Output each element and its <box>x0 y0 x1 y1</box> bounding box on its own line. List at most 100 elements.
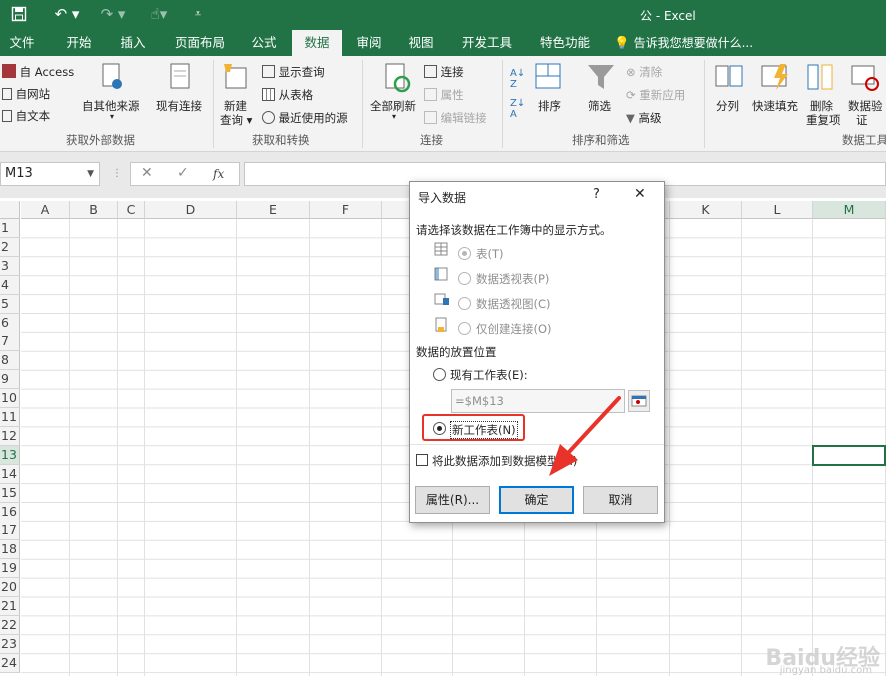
radio-connection-only[interactable] <box>458 322 471 335</box>
tab-insert[interactable]: 插入 <box>108 30 158 56</box>
clear-filter-button[interactable]: ⊗ 清除 <box>626 64 662 80</box>
properties-button[interactable]: 属性 <box>424 87 464 103</box>
touch-mode-icon[interactable]: ☝▾ <box>142 4 176 24</box>
from-web-button[interactable]: 自网站 <box>2 86 50 102</box>
tab-special[interactable]: 特色功能 <box>530 30 600 56</box>
range-input[interactable]: =$M$13 <box>451 389 625 413</box>
tab-formulas[interactable]: 公式 <box>240 30 288 56</box>
from-text-button[interactable]: 自文本 <box>2 108 50 124</box>
connections-icon <box>424 65 437 78</box>
ok-button[interactable]: 确定 <box>499 486 574 514</box>
undo-icon[interactable]: ↶ ▾ <box>50 4 84 24</box>
reapply-icon: ⟳ <box>626 88 636 102</box>
save-icon[interactable] <box>6 4 32 24</box>
show-query-button[interactable]: 显示查询 <box>262 64 325 80</box>
group-label-external: 获取外部数据 <box>66 133 135 147</box>
customize-qat-icon[interactable]: ⩡ <box>188 4 208 24</box>
radio-pivot-table[interactable] <box>458 272 471 285</box>
group-label-data-tools: 数据工具 <box>842 133 886 147</box>
selected-cell-m13[interactable] <box>812 445 886 466</box>
ribbon: 自 Access 自网站 自文本 自其他来源 ▾ 现有连接 获取外部数据 新建 … <box>0 56 886 152</box>
option-table-label: 表(T) <box>476 247 504 261</box>
option-connection-only-label: 仅创建连接(O) <box>476 322 552 336</box>
close-button[interactable]: ✕ <box>634 186 646 202</box>
option-pivot-chart-label: 数据透视图(C) <box>476 297 551 311</box>
reapply-button[interactable]: ⟳ 重新应用 <box>626 87 685 103</box>
redo-icon[interactable]: ↷ ▾ <box>96 4 130 24</box>
radio-table[interactable] <box>458 247 471 260</box>
ribbon-tabs: 文件 开始 插入 页面布局 公式 数据 审阅 视图 开发工具 特色功能 💡 告诉… <box>0 30 886 56</box>
option-pivot-table-label: 数据透视表(P) <box>476 272 550 286</box>
flash-fill-icon <box>761 64 788 90</box>
tell-me-box[interactable]: 💡 告诉我您想要做什么... <box>614 30 764 56</box>
radio-new-sheet[interactable] <box>433 422 446 435</box>
remove-duplicates-icon <box>807 64 833 90</box>
advanced-filter-icon: ▼ <box>626 111 635 125</box>
other-sources-icon <box>102 63 122 89</box>
group-separator <box>502 60 503 148</box>
recent-sources-icon <box>262 111 275 124</box>
from-table-button[interactable]: 从表格 <box>262 87 313 103</box>
refresh-all-icon <box>385 63 411 93</box>
existing-connections-icon <box>170 63 190 89</box>
tab-file[interactable]: 文件 <box>0 30 44 56</box>
group-label-connections: 连接 <box>420 133 443 147</box>
group-separator <box>213 60 214 148</box>
data-validation-icon <box>851 65 879 91</box>
sort-ascending-icon[interactable]: A↓ Z <box>510 68 525 90</box>
collapse-dialog-icon <box>631 395 647 407</box>
connection-only-icon <box>434 317 448 336</box>
sort-descending-icon[interactable]: Z↓ A <box>510 98 525 120</box>
watermark-url: jingyan.baidu.com <box>779 665 872 676</box>
radio-pivot-chart[interactable] <box>458 297 471 310</box>
tab-view[interactable]: 视图 <box>398 30 444 56</box>
range-picker-button[interactable] <box>628 390 650 412</box>
edit-links-button[interactable]: 编辑链接 <box>424 110 487 126</box>
insert-function-icon[interactable]: fx <box>213 167 224 181</box>
group-label-sort-filter: 排序和筛选 <box>572 133 630 147</box>
dialog-title: 导入数据 <box>418 191 467 205</box>
new-sheet-label: 新工作表(N) <box>450 421 518 439</box>
pivot-table-icon <box>434 267 448 284</box>
tab-developer[interactable]: 开发工具 <box>452 30 522 56</box>
drag-handle-icon[interactable]: ⋮ <box>112 168 122 179</box>
lightbulb-icon: 💡 <box>614 35 630 50</box>
connections-button[interactable]: 连接 <box>424 64 464 80</box>
recent-sources-button[interactable]: 最近使用的源 <box>262 110 348 126</box>
clear-filter-icon: ⊗ <box>626 65 636 79</box>
help-button[interactable]: ? <box>593 187 600 202</box>
from-table-icon <box>262 88 275 101</box>
existing-sheet-label: 现有工作表(E): <box>450 368 528 382</box>
cancel-button[interactable]: 取消 <box>583 486 658 514</box>
add-to-model-checkbox[interactable] <box>416 454 428 466</box>
name-box[interactable]: M13 ▼ <box>0 162 100 186</box>
new-query-icon <box>224 64 247 89</box>
show-query-icon <box>262 65 275 78</box>
placement-label: 数据的放置位置 <box>416 345 497 359</box>
title-bar: ↶ ▾ ↷ ▾ ☝▾ ⩡ 公 - Excel <box>0 0 886 30</box>
advanced-filter-button[interactable]: ▼ 高级 <box>626 110 662 126</box>
web-icon <box>2 88 12 100</box>
properties-button[interactable]: 属性(R)... <box>415 486 490 514</box>
cancel-icon[interactable]: ✕ <box>141 165 153 181</box>
from-access-button[interactable]: 自 Access <box>2 64 74 80</box>
import-data-dialog: 导入数据 ? ✕ 请选择该数据在工作簿中的显示方式。 表(T) 数据透视表(P)… <box>409 181 665 523</box>
tab-review[interactable]: 审阅 <box>346 30 392 56</box>
group-label-transform: 获取和转换 <box>252 133 310 147</box>
group-separator <box>704 60 705 148</box>
display-prompt: 请选择该数据在工作簿中的显示方式。 <box>416 223 612 237</box>
table-icon <box>434 242 448 259</box>
access-icon <box>2 64 16 78</box>
chevron-down-icon[interactable]: ▼ <box>87 163 94 185</box>
tab-data[interactable]: 数据 <box>292 30 342 56</box>
sort-icon <box>535 63 561 89</box>
radio-existing-sheet[interactable] <box>433 368 446 381</box>
formula-buttons: ✕ ✓ fx <box>130 162 240 186</box>
enter-icon[interactable]: ✓ <box>177 165 189 181</box>
tell-me-text: 告诉我您想要做什么... <box>633 36 754 50</box>
tab-home[interactable]: 开始 <box>54 30 104 56</box>
add-to-model-label: 将此数据添加到数据模型(M) <box>432 454 578 468</box>
tab-page-layout[interactable]: 页面布局 <box>164 30 236 56</box>
filter-icon <box>588 65 614 89</box>
properties-icon <box>424 88 437 101</box>
